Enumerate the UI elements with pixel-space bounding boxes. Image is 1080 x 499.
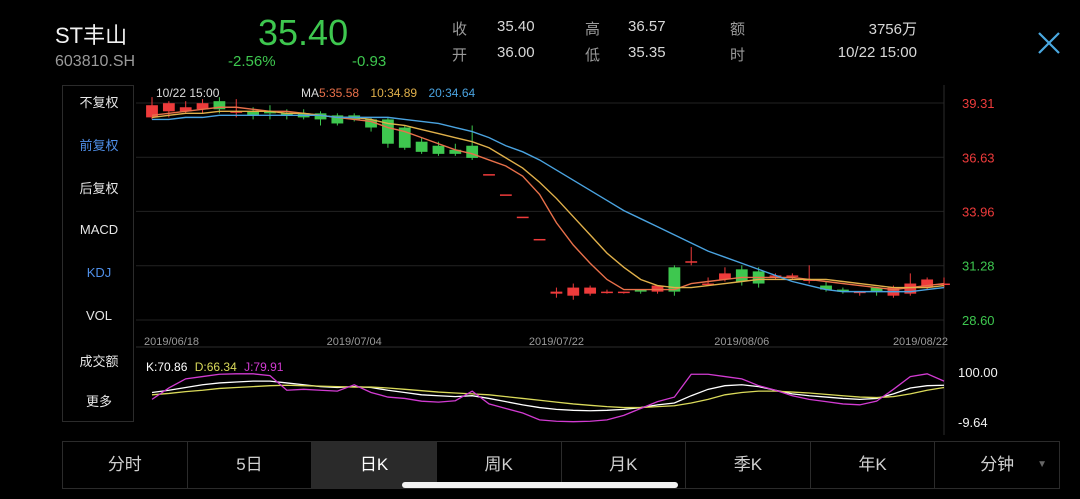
sidebar-item-vol[interactable]: VOL [63, 308, 135, 323]
chart-timestamp: 10/22 15:00 [156, 86, 220, 100]
chart-area[interactable]: 39.31 36.63 33.96 31.28 28.60 100.00 -9.64 2019… [136, 85, 1080, 440]
quote-close-label: 收 [452, 21, 468, 38]
kdj-k-legend: K:70.86 [146, 360, 188, 374]
stock-header: ST丰山 603810.SH 35.40 -2.56% -0.93 收 35.4… [0, 0, 1080, 82]
x-tick-label: 2019/08/06 [714, 336, 769, 348]
close-icon [1038, 32, 1060, 54]
quote-low-value: 35.35 [628, 44, 666, 61]
ma-line-ma5 [151, 106, 945, 291]
current-price: 35.40 [258, 12, 349, 53]
candle-body [516, 216, 529, 219]
candle-body [786, 275, 799, 277]
ma-line-ma20 [152, 114, 945, 293]
candle-body [685, 261, 698, 263]
candle-body [601, 291, 613, 294]
kdj-legend: K:70.86 D:66.34 J:79.91 [146, 360, 284, 374]
y-tick-label: 28.60 [962, 313, 995, 328]
tab-quarterly-k[interactable]: 季K [686, 442, 811, 488]
x-tick-label: 2019/06/18 [144, 336, 199, 348]
x-tick-label: 2019/07/04 [327, 336, 382, 348]
quote-time-label: 时 [730, 47, 746, 64]
tab-intraday[interactable]: 分时 [63, 442, 188, 488]
candle-body [550, 291, 563, 294]
quote-amount-value: 3756万 [868, 21, 917, 38]
change-amount: -0.93 [352, 53, 387, 70]
tab-yearly-k[interactable]: 年K [811, 442, 936, 488]
sidebar-item-macd[interactable]: MACD [63, 222, 135, 237]
kdj-tick-label: 100.00 [958, 365, 998, 380]
sidebar-item-turnover[interactable]: 成交额 [63, 351, 135, 370]
chevron-down-icon: ▼ [1037, 459, 1047, 470]
quote-close-value: 35.40 [497, 18, 535, 35]
sidebar-item-kdj[interactable]: KDJ [63, 265, 135, 280]
candle-body [533, 238, 546, 241]
candle-body [617, 291, 630, 294]
quote-open-label: 开 [452, 47, 468, 64]
candle-body [567, 287, 580, 296]
candle-body [483, 174, 495, 176]
kline-chart[interactable]: 39.31 36.63 33.96 31.28 28.60 100.00 -9.64 2019… [136, 85, 1080, 440]
sidebar-item-more[interactable]: 更多 [63, 391, 135, 410]
ma-legend-prefix: MA [301, 86, 319, 100]
ma-line-ma10 [151, 110, 945, 289]
x-tick-label: 2019/08/22 [893, 336, 948, 348]
kdj-j-legend: J:79.91 [244, 360, 284, 374]
tab-5day[interactable]: 5日 [188, 442, 313, 488]
tab-minute-label: 分钟 [980, 455, 1015, 474]
y-tick-label: 31.28 [962, 259, 995, 274]
ma5-legend: 5:35.58 [319, 86, 359, 100]
sidebar-item-backward-adjust[interactable]: 后复权 [63, 178, 135, 197]
candle-body [415, 141, 428, 152]
y-tick-label: 39.31 [962, 96, 995, 111]
ma20-legend: 20:34.64 [428, 86, 475, 100]
candle-body [432, 145, 445, 154]
stock-name: ST丰山 [55, 23, 128, 48]
candle-body [584, 287, 597, 294]
x-tick-label: 2019/07/22 [529, 336, 584, 348]
sidebar-item-forward-adjust[interactable]: 前复权 [63, 135, 135, 154]
quote-low-label: 低 [585, 47, 601, 64]
close-button[interactable] [1034, 28, 1064, 58]
quote-amount-label: 额 [730, 21, 746, 38]
tab-minute[interactable]: 分钟 ▼ [935, 442, 1059, 488]
kdj-tick-label: -9.64 [958, 415, 988, 430]
quote-high-label: 高 [585, 21, 601, 38]
home-indicator[interactable] [402, 482, 678, 488]
quote-open-value: 36.00 [497, 44, 535, 61]
quote-time-value: 10/22 15:00 [837, 44, 917, 61]
y-tick-label: 36.63 [962, 150, 995, 165]
candle-body [735, 269, 748, 282]
kdj-d-legend: D:66.34 [195, 360, 237, 374]
sidebar-item-no-adjust[interactable]: 不复权 [63, 92, 135, 111]
indicator-sidebar: 不复权 前复权 后复权 MACD KDJ VOL 成交额 更多 [62, 85, 134, 422]
candle-body [162, 103, 175, 112]
change-percent: -2.56% [228, 53, 276, 70]
stock-code: 603810.SH [55, 53, 136, 70]
quote-high-value: 36.57 [628, 18, 666, 35]
candle-body [499, 194, 512, 196]
ma10-legend: 10:34.89 [370, 86, 417, 100]
y-tick-label: 33.96 [962, 204, 995, 219]
ma-legend: MA5:35.58 10:34.89 20:34.64 [301, 86, 475, 100]
